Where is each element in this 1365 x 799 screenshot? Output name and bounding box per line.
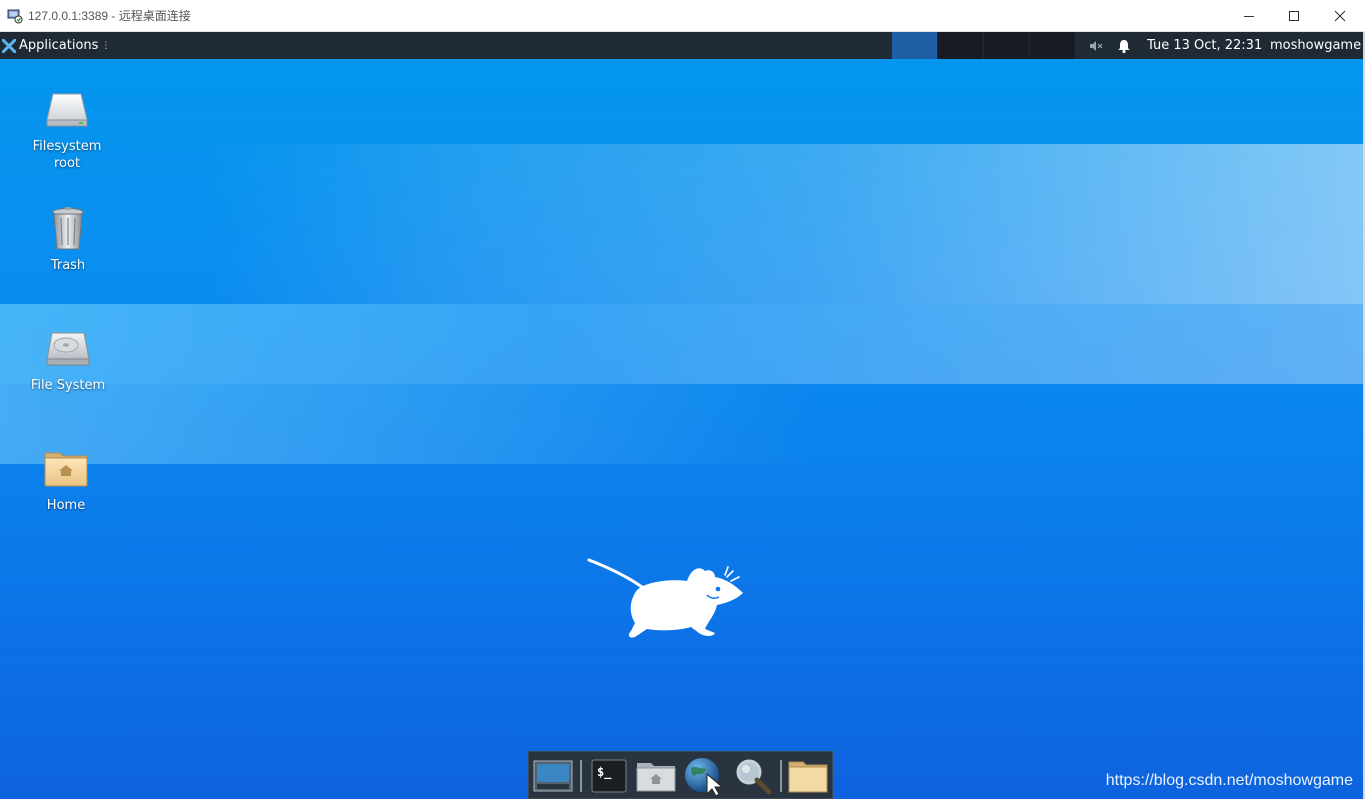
search-icon	[736, 759, 772, 795]
wallpaper-band	[0, 384, 1363, 464]
drive-icon	[46, 93, 88, 127]
desktop-icon-home[interactable]: Home	[23, 445, 109, 514]
panel-clock[interactable]: Tue 13 Oct, 22:31	[1147, 32, 1262, 59]
trash-icon	[52, 207, 84, 250]
workspace-4[interactable]	[1030, 32, 1075, 59]
rdp-titlebar: 127.0.0.1:3389 - 远程桌面连接	[0, 0, 1365, 32]
desktop-icon-label: Filesystem root	[32, 139, 102, 171]
dock-separator	[780, 760, 782, 792]
minimize-button[interactable]	[1226, 0, 1272, 32]
user-menu[interactable]: moshowgame	[1270, 32, 1361, 59]
folder-button[interactable]	[786, 756, 830, 796]
watermark: https://blog.csdn.net/moshowgame	[1105, 772, 1353, 789]
show-desktop-icon	[533, 760, 573, 792]
dock-separator	[580, 760, 582, 792]
applications-menu-button[interactable]: Applications ⋮	[0, 32, 113, 59]
home-folder-icon	[44, 452, 88, 487]
web-browser-icon	[685, 758, 724, 796]
maximize-icon	[1289, 11, 1299, 21]
xfce-desktop[interactable]: Applications ⋮ Tue 13 Oct, 22:31 moshowg…	[0, 32, 1363, 799]
panel-grip: ⋮	[101, 40, 110, 51]
xfce-logo-icon	[2, 38, 16, 53]
close-icon	[1334, 10, 1346, 22]
notifications-bell-icon[interactable]	[1116, 38, 1132, 54]
maximize-button[interactable]	[1271, 0, 1317, 32]
file-manager-button[interactable]	[634, 756, 678, 796]
bottom-dock: $_	[528, 751, 833, 799]
desktop-icon-label: Home	[46, 498, 86, 513]
desktop-icon-filesystem-root[interactable]: Filesystem root	[24, 86, 110, 172]
file-manager-icon	[636, 763, 676, 792]
search-button[interactable]	[731, 756, 775, 796]
desktop-icon-label: File System	[30, 378, 106, 393]
minimize-icon	[1244, 16, 1254, 17]
wallpaper-band	[0, 304, 1363, 384]
remote-desktop-icon	[7, 9, 23, 24]
workspace-2[interactable]	[938, 32, 983, 59]
workspace-1[interactable]	[892, 32, 937, 59]
desktop-icon-file-system[interactable]: File System	[25, 325, 111, 394]
workspace-3[interactable]	[984, 32, 1029, 59]
xfce-mouse-logo	[587, 558, 743, 638]
terminal-icon: $_	[591, 759, 627, 793]
desktop-icon-label: Trash	[50, 258, 86, 273]
desktop-icon-trash[interactable]: Trash	[25, 205, 111, 274]
applications-label: Applications	[19, 38, 99, 53]
volume-muted-icon[interactable]	[1088, 38, 1104, 54]
window-title: 127.0.0.1:3389 - 远程桌面连接	[28, 9, 191, 23]
folder-icon	[788, 761, 828, 793]
terminal-button[interactable]: $_	[587, 756, 631, 796]
close-button[interactable]	[1317, 0, 1363, 32]
show-desktop-button[interactable]	[531, 756, 575, 796]
hard-disk-icon	[46, 332, 90, 366]
web-browser-button[interactable]	[682, 756, 726, 796]
wallpaper-band	[0, 144, 1363, 304]
top-panel: Applications ⋮ Tue 13 Oct, 22:31 moshowg…	[0, 32, 1363, 59]
terminal-prompt: $_	[597, 765, 612, 780]
